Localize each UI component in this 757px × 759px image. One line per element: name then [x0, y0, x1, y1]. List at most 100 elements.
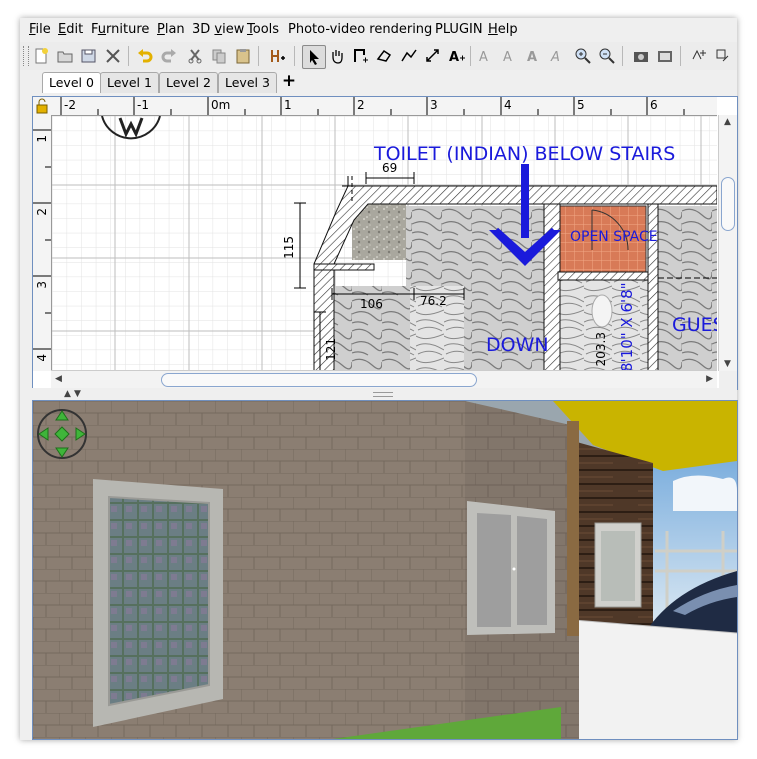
ruler-x-label: -1 — [137, 98, 149, 112]
plugin-button-2[interactable] — [712, 45, 734, 67]
navigation-arrows-icon[interactable] — [35, 407, 89, 461]
ruler-x-label: 1 — [284, 98, 292, 112]
guest-label: GUES — [672, 314, 717, 336]
ruler-x-label: 4 — [504, 98, 512, 112]
menu-plan[interactable]: Plan — [157, 22, 185, 37]
plugin-button-1[interactable] — [688, 45, 710, 67]
tools-icon — [106, 49, 120, 63]
create-rooms-button[interactable] — [374, 45, 396, 67]
menu-3d-view[interactable]: 3D view — [192, 22, 244, 37]
ruler-x-label: 2 — [357, 98, 365, 112]
collapse-down-icon[interactable]: ▼ — [74, 389, 81, 399]
menu-tools[interactable]: Tools — [247, 22, 279, 37]
save-icon — [81, 49, 96, 63]
zoom-out-icon — [599, 48, 615, 64]
menu-plugin[interactable]: PLUGIN — [435, 22, 483, 37]
pan-mode-button[interactable] — [326, 45, 348, 67]
new-file-icon — [35, 48, 48, 64]
toilet-label: TOILET (INDIAN) BELOW STAIRS — [374, 143, 676, 165]
cut-button[interactable] — [184, 45, 206, 67]
small-dim-label: 203.3 — [594, 332, 608, 367]
text-style-button-2[interactable]: A — [498, 45, 520, 67]
save-button[interactable] — [78, 45, 100, 67]
level-tabs: Level 0 Level 1 Level 2 Level 3 + — [20, 70, 737, 94]
vertical-ruler: 1 2 3 4 — [33, 115, 52, 371]
undo-icon — [138, 49, 153, 63]
menu-bar: File Edit Furniture Plan 3D view Tools P… — [20, 18, 737, 42]
create-photo-button[interactable] — [630, 45, 652, 67]
open-folder-icon — [57, 51, 73, 63]
scroll-right-icon[interactable]: ▶ — [706, 374, 713, 384]
horizontal-ruler: -2 -1 0m 1 2 3 4 5 6 — [51, 97, 717, 116]
menu-help[interactable]: Help — [488, 22, 518, 37]
ruler-x-label: 0m — [211, 98, 231, 112]
scroll-left-icon[interactable]: ◀ — [55, 374, 62, 384]
paste-button[interactable] — [232, 45, 254, 67]
tab-level-3[interactable]: Level 3 — [218, 72, 277, 93]
tab-level-2[interactable]: Level 2 — [159, 72, 218, 93]
create-dimensions-button[interactable] — [422, 45, 444, 67]
create-video-button[interactable] — [654, 45, 676, 67]
text-style-icon: A — [479, 50, 488, 65]
plan-vertical-scroll-thumb[interactable] — [721, 177, 735, 231]
collapse-up-icon[interactable]: ▲ — [64, 389, 71, 399]
tab-level-0[interactable]: Level 0 — [42, 72, 101, 93]
rooms-icon — [376, 49, 392, 62]
scissors-icon — [188, 49, 202, 64]
scroll-up-icon[interactable]: ▲ — [724, 117, 731, 127]
scroll-down-icon[interactable]: ▼ — [724, 359, 731, 369]
3d-view[interactable] — [32, 400, 738, 740]
pane-splitter[interactable]: ▲ ▼ — [20, 388, 737, 400]
plan-canvas[interactable]: TOILET (INDIAN) BELOW STAIRS OPEN SPACE … — [52, 116, 717, 371]
select-mode-button[interactable] — [302, 45, 326, 69]
ruler-x-label: 5 — [577, 98, 585, 112]
plugin-icon — [716, 49, 729, 62]
plan-vertical-scrollbar[interactable]: ▲ ▼ — [718, 115, 737, 371]
svg-text:A: A — [449, 50, 459, 65]
italic-button[interactable]: A — [546, 45, 568, 67]
ruler-y-label: 4 — [35, 354, 49, 362]
dimension-icon — [426, 49, 439, 62]
undo-button[interactable] — [134, 45, 156, 67]
toolbar: A A A A A — [20, 42, 737, 71]
clipboard-icon — [236, 49, 250, 64]
cursor-icon — [310, 50, 319, 65]
plan-view[interactable]: -2 -1 0m 1 2 3 4 5 6 1 2 3 4 TOILET (IND… — [32, 96, 738, 390]
video-icon — [658, 51, 672, 62]
plugin-icon — [692, 49, 706, 60]
create-walls-button[interactable] — [350, 45, 372, 67]
copy-button[interactable] — [208, 45, 230, 67]
preferences-button[interactable] — [102, 45, 124, 67]
plan-horizontal-scroll-thumb[interactable] — [161, 373, 477, 387]
zoom-in-button[interactable] — [572, 45, 594, 67]
zoom-in-icon — [575, 48, 591, 64]
zoom-out-button[interactable] — [596, 45, 618, 67]
copy-icon — [212, 49, 226, 64]
open-button[interactable] — [54, 45, 76, 67]
add-furniture-button[interactable] — [266, 45, 288, 67]
ruler-x-label: 3 — [430, 98, 438, 112]
tab-level-1[interactable]: Level 1 — [100, 72, 159, 93]
ruler-corner[interactable] — [33, 97, 52, 116]
plan-horizontal-scrollbar[interactable]: ◀ ▶ — [51, 370, 717, 389]
text-style-button-1[interactable]: A — [474, 45, 496, 67]
dimension-label: 69 — [382, 161, 398, 175]
polyline-icon — [401, 49, 417, 62]
ruler-y-label: 1 — [35, 135, 49, 143]
ruler-x-label: -2 — [64, 98, 76, 112]
bold-button[interactable]: A — [522, 45, 544, 67]
create-polylines-button[interactable] — [398, 45, 420, 67]
menu-edit[interactable]: Edit — [58, 22, 83, 37]
redo-button[interactable] — [158, 45, 180, 67]
add-level-button[interactable]: + — [278, 72, 300, 92]
ruler-x-label: 6 — [650, 98, 658, 112]
text-add-icon: A — [449, 50, 465, 65]
menu-furniture[interactable]: Furniture — [91, 22, 149, 37]
toolbar-grip[interactable] — [23, 46, 29, 66]
add-text-button[interactable]: A — [446, 45, 468, 67]
redo-icon — [161, 49, 176, 63]
new-button[interactable] — [30, 45, 52, 67]
menu-photo-video-rendering[interactable]: Photo-video rendering — [288, 22, 432, 37]
dimension-label: 106 — [360, 297, 383, 311]
menu-file[interactable]: File — [29, 22, 51, 37]
